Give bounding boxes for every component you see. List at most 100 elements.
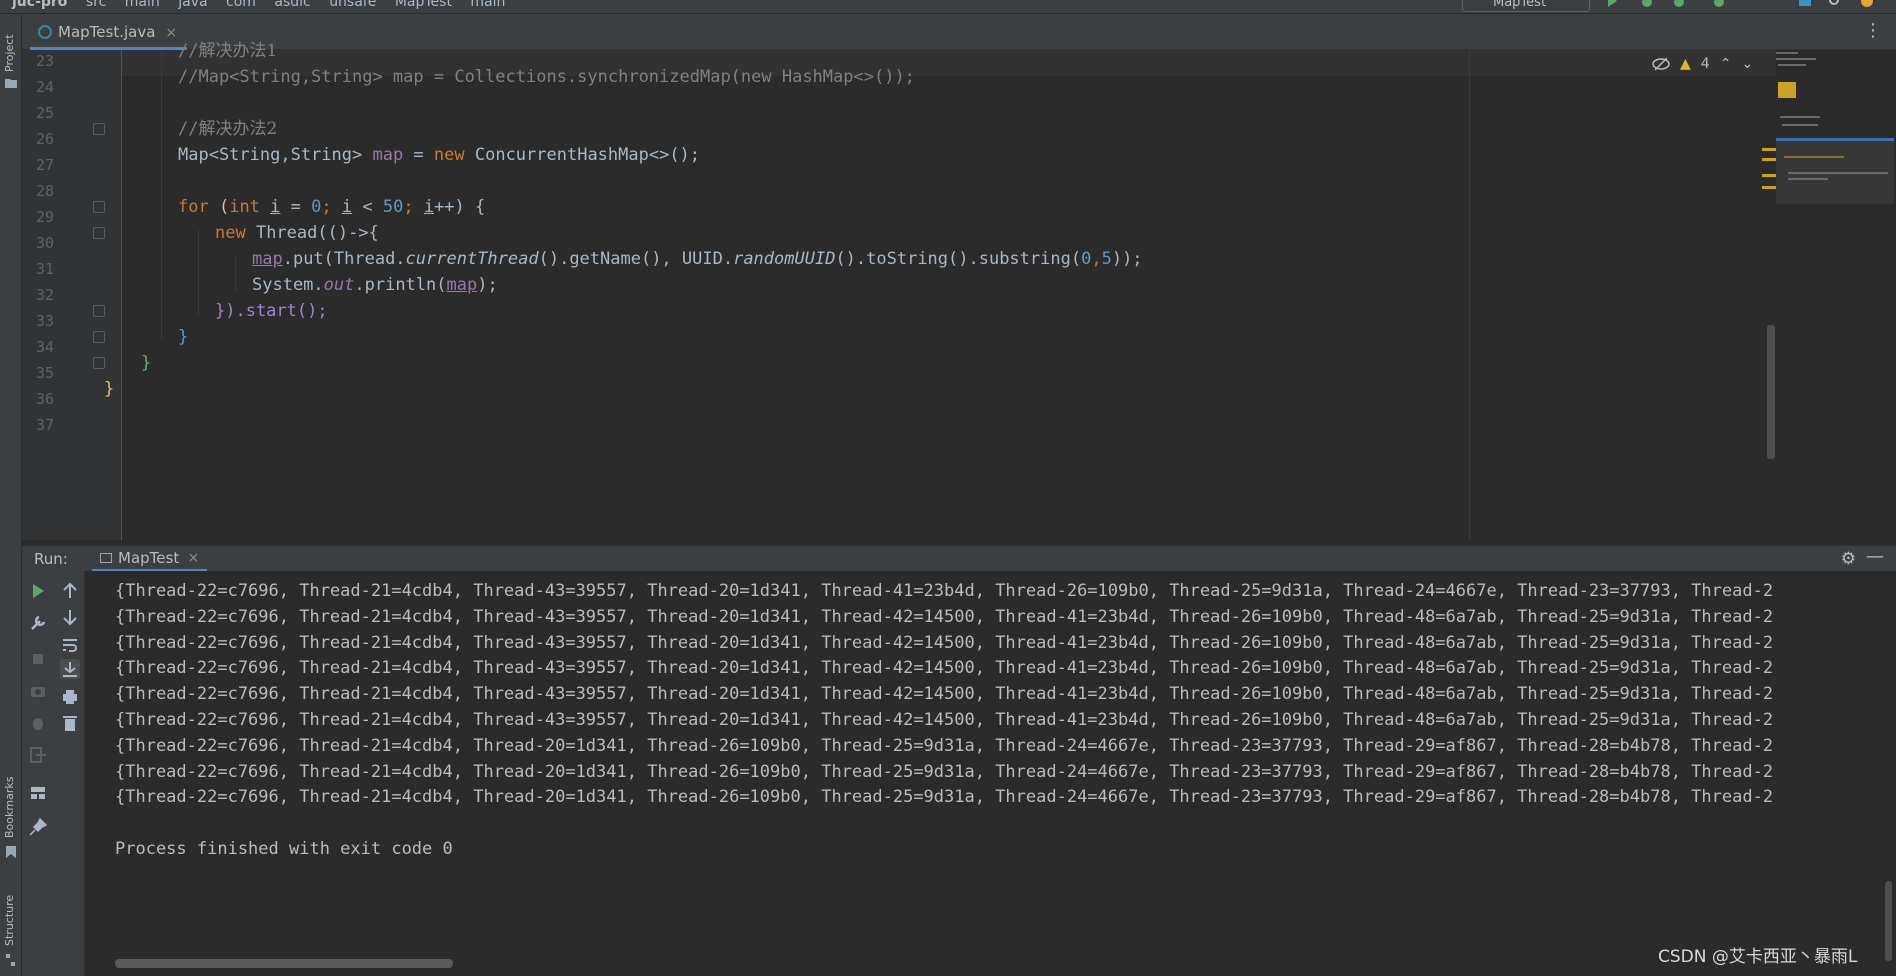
translate-icon[interactable]: [1798, 0, 1812, 8]
project-tool-window-button[interactable]: Project: [3, 34, 16, 72]
console-icon: [100, 553, 112, 563]
debug-icon[interactable]: [1640, 0, 1654, 8]
line-number: 34: [35, 338, 54, 356]
fold-marker-icon[interactable]: [93, 331, 105, 343]
breadcrumb-item[interactable]: src: [86, 0, 106, 10]
left-tool-strip: Project Bookmarks Structure: [0, 14, 22, 976]
stop-icon[interactable]: [28, 649, 48, 669]
line-number: 37: [35, 416, 54, 434]
folder-icon: [5, 79, 17, 88]
java-class-icon: [38, 25, 52, 39]
update-icon[interactable]: [1860, 0, 1874, 8]
warning-marker[interactable]: [1762, 174, 1776, 177]
more-tabs-icon[interactable]: ⋮: [1864, 20, 1882, 41]
warning-marker[interactable]: [1762, 186, 1776, 189]
code-line-36: }: [104, 379, 115, 399]
console-line: {Thread-22=c7696, Thread-21=4cdb4, Threa…: [115, 633, 1774, 653]
indent-guide: [198, 230, 199, 316]
gear-icon[interactable]: ⚙: [1841, 549, 1856, 569]
console-vertical-scrollbar[interactable]: [1885, 881, 1892, 961]
warning-marker[interactable]: [1762, 148, 1776, 151]
code-line-27: Map<String,String> map = new ConcurrentH…: [178, 145, 701, 165]
tab-label: MapTest.java: [58, 23, 156, 41]
breadcrumb-item[interactable]: java: [178, 0, 207, 10]
line-number: 28: [35, 182, 54, 200]
coverage-icon[interactable]: [1672, 0, 1686, 8]
console-line: {Thread-22=c7696, Thread-21=4cdb4, Threa…: [115, 607, 1774, 627]
exit-message: Process finished with exit code 0: [115, 839, 453, 859]
close-icon[interactable]: ×: [165, 25, 177, 41]
minimize-icon[interactable]: —: [1866, 546, 1884, 567]
fold-marker-icon[interactable]: [93, 357, 105, 369]
breadcrumb-item[interactable]: main: [125, 0, 160, 10]
fold-marker-icon[interactable]: [93, 305, 105, 317]
run-configuration-selector[interactable]: MapTest: [1462, 0, 1590, 12]
inspection-widget[interactable]: ▲ 4 ⌃ ⌄: [1652, 56, 1753, 72]
console-line: {Thread-22=c7696, Thread-21=4cdb4, Threa…: [115, 736, 1774, 756]
code-line-23: //解决办法1: [178, 41, 278, 61]
editor-scrollbar[interactable]: [1767, 325, 1775, 459]
search-icon[interactable]: [1828, 0, 1842, 8]
previous-highlight-icon[interactable]: ⌃: [1720, 56, 1732, 72]
exit-icon[interactable]: [28, 745, 48, 765]
up-arrow-icon[interactable]: [60, 581, 80, 601]
fold-marker-icon[interactable]: [93, 227, 105, 239]
fold-marker-icon[interactable]: [93, 201, 105, 213]
down-arrow-icon[interactable]: [60, 607, 80, 627]
wrench-icon[interactable]: [28, 613, 48, 633]
code-line-24: //Map<String,String> map = Collections.s…: [178, 67, 915, 87]
console-line: {Thread-22=c7696, Thread-21=4cdb4, Threa…: [115, 787, 1774, 807]
code-line-30: new Thread(()->{: [215, 223, 379, 243]
line-number: 29: [35, 208, 54, 226]
line-number: 33: [35, 312, 54, 330]
next-highlight-icon[interactable]: ⌄: [1741, 56, 1753, 72]
console-horizontal-scrollbar[interactable]: [115, 959, 453, 968]
breadcrumb-item[interactable]: com: [226, 0, 256, 10]
console-output[interactable]: {Thread-22=c7696, Thread-21=4cdb4, Threa…: [85, 571, 1896, 976]
line-number: 26: [35, 130, 54, 148]
warning-icon: ▲: [1680, 56, 1691, 72]
breadcrumb-item[interactable]: asdic: [274, 0, 310, 10]
pin-icon[interactable]: [28, 817, 48, 837]
editor-tab-bar: MapTest.java × ⋮: [22, 14, 1896, 50]
console-line: {Thread-22=c7696, Thread-21=4cdb4, Threa…: [115, 581, 1774, 601]
run-icon[interactable]: [28, 581, 48, 601]
tab-maptest-java[interactable]: MapTest.java ×: [30, 18, 188, 50]
structure-tool-window-button[interactable]: Structure: [3, 895, 16, 946]
breadcrumb: juc-pro src main java com asdic unsafe M…: [12, 0, 519, 10]
code-editor[interactable]: 23 24 25 26 27 28 29 30 31 32 33 34 35 3…: [22, 41, 1896, 540]
breadcrumb-item[interactable]: juc-pro: [12, 0, 67, 10]
line-number: 24: [35, 78, 54, 96]
breadcrumb-item[interactable]: main: [470, 0, 505, 10]
run-icon[interactable]: [1605, 0, 1619, 8]
line-number: 23: [35, 52, 54, 70]
camera-icon[interactable]: [28, 681, 48, 701]
line-number: 32: [35, 286, 54, 304]
scroll-to-end-icon[interactable]: [60, 659, 80, 679]
trash-icon[interactable]: [60, 713, 80, 733]
profile-icon[interactable]: [1712, 0, 1726, 8]
code-line-26: //解决办法2: [178, 119, 278, 139]
warning-marker[interactable]: [1762, 158, 1776, 161]
code-line-33: }).start();: [215, 301, 328, 321]
breadcrumb-item[interactable]: unsafe: [329, 0, 376, 10]
bookmarks-tool-window-button[interactable]: Bookmarks: [3, 777, 16, 838]
print-icon[interactable]: [60, 687, 80, 707]
minimap-viewport[interactable]: [1776, 138, 1894, 204]
run-tab-label: MapTest: [118, 549, 180, 567]
fold-marker-icon[interactable]: [93, 123, 105, 135]
close-icon[interactable]: ×: [187, 546, 199, 570]
indent-guide: [161, 50, 162, 340]
line-number: 36: [35, 390, 54, 408]
layout-icon[interactable]: [28, 783, 48, 803]
console-line: {Thread-22=c7696, Thread-21=4cdb4, Threa…: [115, 684, 1774, 704]
indent-guide: [235, 256, 236, 292]
line-number: 27: [35, 156, 54, 174]
editor-gutter: 23 24 25 26 27 28 29 30 31 32 33 34 35 3…: [22, 50, 122, 540]
debug-icon[interactable]: [28, 713, 48, 733]
soft-wrap-icon[interactable]: [60, 635, 80, 655]
tab-run-maptest[interactable]: MapTest ×: [92, 546, 208, 572]
minimap[interactable]: [1776, 50, 1896, 240]
breadcrumb-item[interactable]: MapTest: [395, 0, 452, 10]
eye-crossed-icon[interactable]: [1652, 57, 1670, 71]
